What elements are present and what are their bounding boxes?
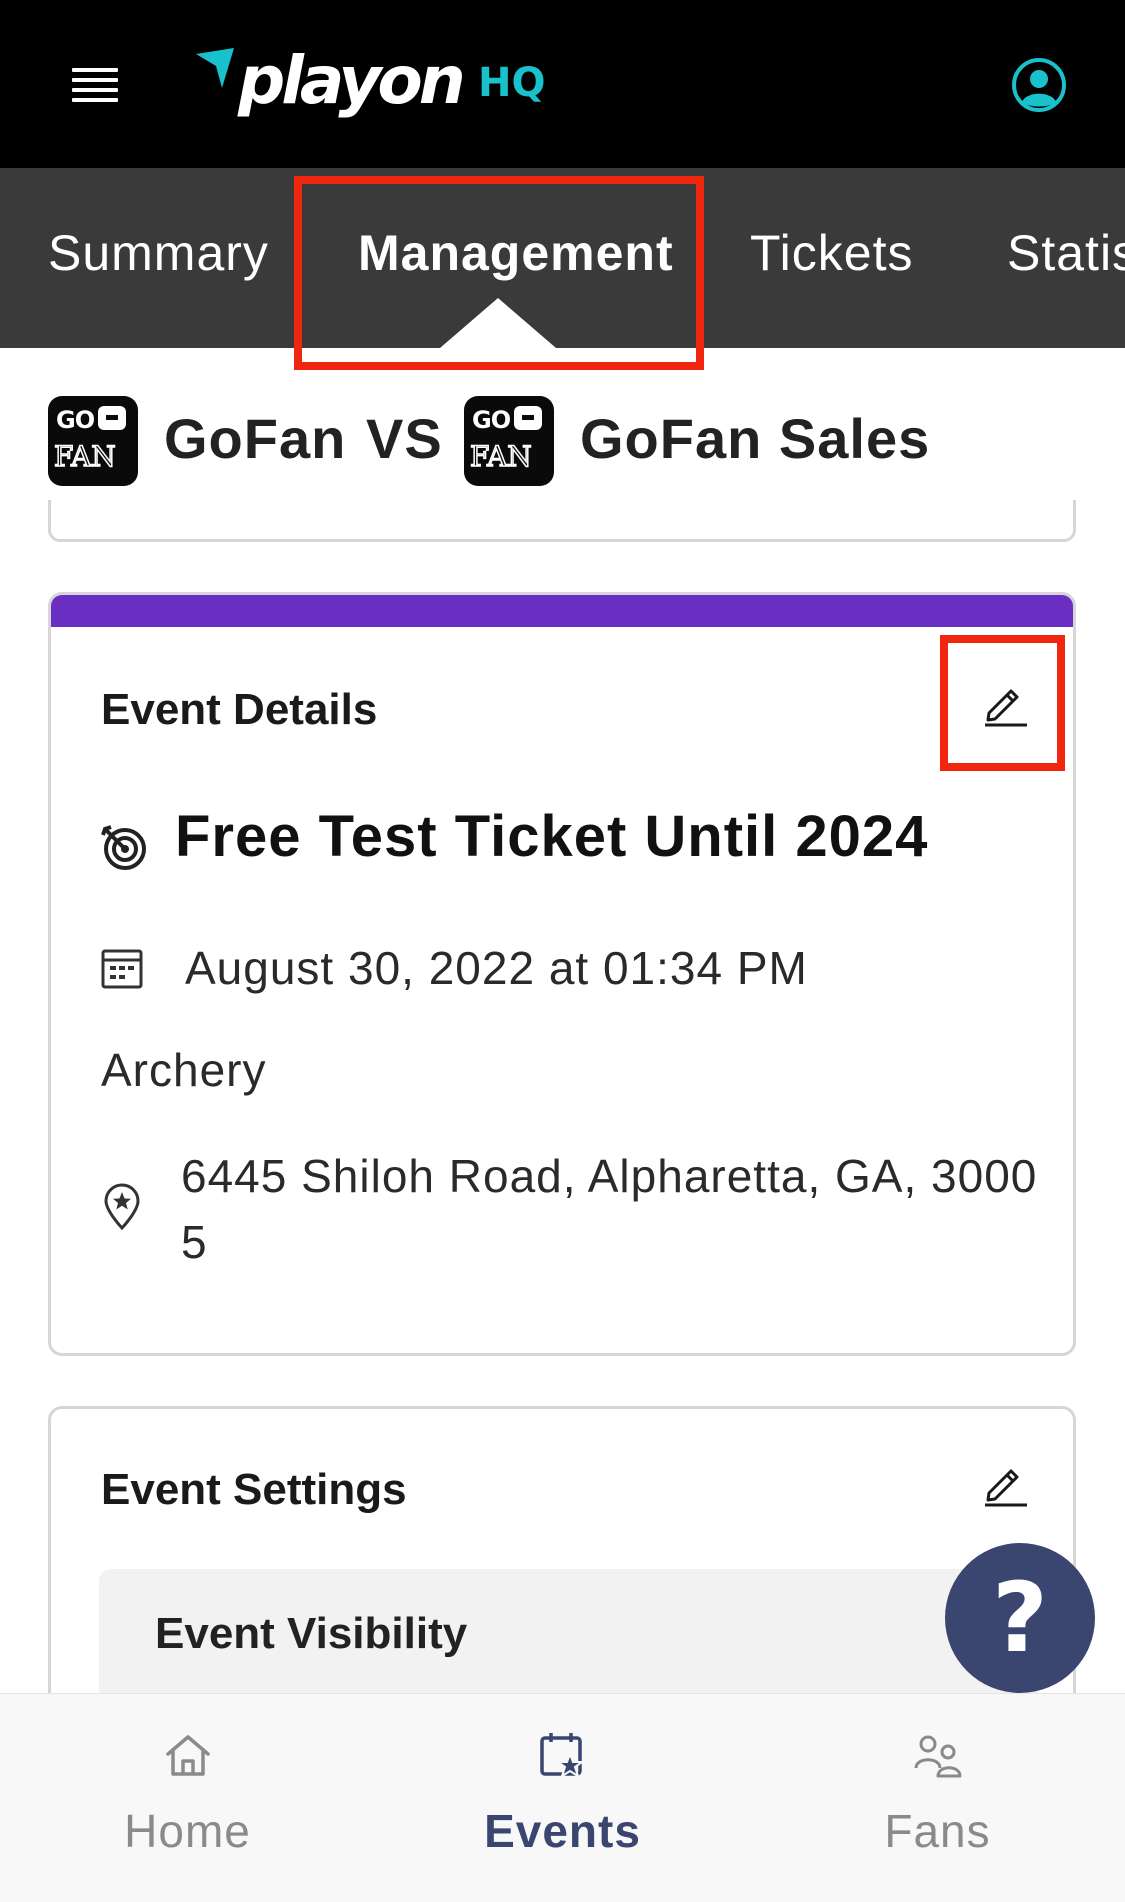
event-visibility-label: Event Visibility: [155, 1609, 468, 1658]
card-accent-bar: [51, 595, 1073, 627]
arrow-icon: [98, 406, 126, 430]
event-address: 6445 Shiloh Road, Alpharetta, GA, 30005: [181, 1150, 1038, 1268]
app-header: playon HQ: [0, 0, 1125, 168]
nav-fans[interactable]: Fans: [750, 1694, 1125, 1902]
event-sport: Archery: [101, 1044, 267, 1096]
nav-events[interactable]: Events: [375, 1694, 750, 1902]
playon-hq-logo[interactable]: playon HQ: [196, 42, 556, 126]
tab-management[interactable]: Management: [358, 224, 674, 282]
nav-home-label: Home: [124, 1805, 251, 1857]
event-details-title: Event Details: [101, 685, 378, 734]
previous-card-edge: [48, 500, 1076, 542]
bottom-navigation: Home Events Fans: [0, 1693, 1125, 1902]
logo-wordmark: playon: [238, 42, 466, 119]
tab-tickets[interactable]: Tickets: [750, 224, 914, 282]
versus-label: VS: [366, 407, 443, 470]
event-name: Free Test Ticket Until 2024: [175, 804, 929, 869]
calendar-icon: [101, 949, 143, 989]
tab-statistics[interactable]: Statis: [1007, 224, 1125, 282]
hamburger-menu-icon[interactable]: [72, 64, 120, 104]
edit-event-details-icon[interactable]: [981, 679, 1029, 727]
away-team-logo: GO FAN: [464, 396, 554, 486]
arrow-icon: [514, 406, 542, 430]
archery-target-icon: [101, 825, 146, 870]
active-tab-indicator: [440, 298, 556, 348]
logo-suffix: HQ: [478, 60, 546, 106]
account-avatar-icon[interactable]: [1012, 58, 1066, 112]
event-date-time: August 30, 2022 at 01:34 PM: [185, 942, 808, 994]
event-settings-title: Event Settings: [101, 1465, 407, 1514]
tab-summary[interactable]: Summary: [48, 224, 269, 282]
edit-event-settings-icon[interactable]: [981, 1459, 1029, 1507]
people-icon: [914, 1735, 961, 1778]
calendar-star-icon: [539, 1733, 585, 1779]
home-team-name: GoFan: [164, 407, 347, 470]
event-matchup: GO FAN GoFan VS GO FAN GoFan Sales: [48, 396, 1078, 486]
event-tabs: Summary Management Tickets Statis: [0, 168, 1125, 348]
help-button[interactable]: ?: [945, 1543, 1095, 1693]
event-details-card: Event Details Free Test Ticket Until 202…: [48, 592, 1076, 1356]
nav-events-label: Events: [484, 1805, 641, 1857]
home-team-logo: GO FAN: [48, 396, 138, 486]
away-team-name: GoFan Sales: [580, 407, 931, 470]
nav-fans-label: Fans: [884, 1805, 991, 1857]
nav-home[interactable]: Home: [0, 1694, 375, 1902]
location-pin-icon: [104, 1183, 140, 1231]
logo-arrow-icon: [196, 48, 234, 88]
home-icon: [165, 1735, 210, 1776]
